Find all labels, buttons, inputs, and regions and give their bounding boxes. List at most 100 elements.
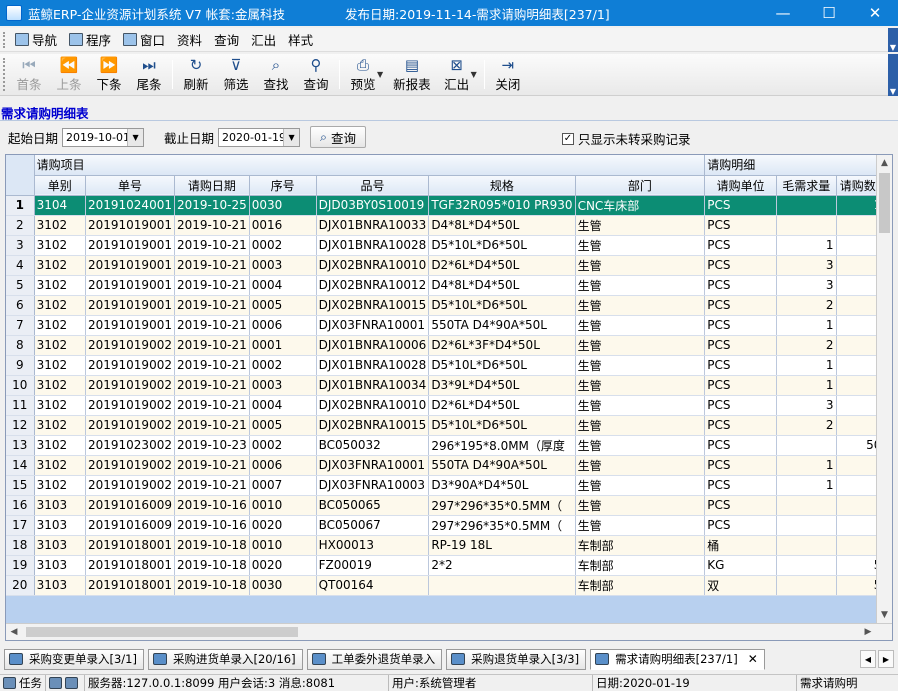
table-cell[interactable]: 0010 (249, 535, 317, 556)
table-row[interactable]: 19 3103 20191018001 2019-10-18 0020 FZ00019 2*… (6, 555, 892, 576)
table-cell[interactable]: DJX02BNRA10015 (316, 295, 430, 316)
table-cell[interactable]: PCS (704, 215, 777, 236)
table-cell[interactable]: 2019-10-21 (174, 455, 250, 476)
table-cell[interactable]: 3102 (34, 255, 86, 276)
table-cell[interactable]: DJX02BNRA10015 (316, 415, 430, 436)
table-cell[interactable]: 0030 (249, 195, 317, 216)
table-cell[interactable]: 3 (776, 255, 837, 276)
table-cell[interactable]: 2019-10-21 (174, 475, 250, 496)
table-cell[interactable]: 0001 (249, 335, 317, 356)
maximize-button[interactable]: ☐ (806, 0, 852, 26)
scroll-down-icon[interactable]: ▼ (877, 607, 892, 623)
table-cell[interactable]: DJX01BNRA10028 (316, 355, 430, 376)
table-cell[interactable]: DJX03FNRA10001 (316, 455, 430, 476)
table-cell[interactable]: 生管 (575, 235, 706, 256)
scroll-up-icon[interactable]: ▲ (877, 155, 892, 171)
table-cell[interactable]: 3104 (34, 195, 86, 216)
table-cell[interactable]: 3102 (34, 355, 86, 376)
table-cell[interactable] (776, 515, 837, 536)
table-cell[interactable]: 3103 (34, 515, 86, 536)
table-cell[interactable]: 3102 (34, 435, 86, 456)
table-cell[interactable]: DJX01BNRA10006 (316, 335, 430, 356)
table-cell[interactable]: 3102 (34, 415, 86, 436)
table-cell[interactable]: 车制部 (575, 555, 706, 576)
next-record-button[interactable]: ⏩ 下条 (89, 54, 129, 95)
table-cell[interactable]: 0002 (249, 235, 317, 256)
horizontal-scrollbar[interactable]: ◀ ▶ (6, 623, 892, 640)
table-cell[interactable]: PCS (704, 515, 777, 536)
menu-program[interactable]: 程序 (63, 29, 117, 51)
table-cell[interactable]: 20191016009 (85, 515, 175, 536)
table-cell[interactable]: 20191019002 (85, 335, 175, 356)
table-cell[interactable]: 0005 (249, 415, 317, 436)
table-cell[interactable]: 0006 (249, 455, 317, 476)
table-cell[interactable]: PCS (704, 315, 777, 336)
table-cell[interactable]: PCS (704, 355, 777, 376)
table-row[interactable]: 11 3102 20191019002 2019-10-21 0004 DJX02BNRA… (6, 395, 892, 416)
query-submit-button[interactable]: ⌕ 查询 (310, 126, 367, 148)
table-cell[interactable]: DJX02BNRA10010 (316, 395, 430, 416)
table-cell[interactable]: 20191018001 (85, 535, 175, 556)
table-cell[interactable] (776, 195, 837, 216)
table-cell[interactable]: D3*9L*D4*50L (428, 375, 576, 396)
tab-purchase-change-entry[interactable]: 采购变更单录入[3/1] (4, 648, 144, 670)
table-cell[interactable] (776, 495, 837, 516)
table-cell[interactable]: 20191019001 (85, 275, 175, 296)
table-cell[interactable]: 2 (776, 295, 837, 316)
table-row[interactable]: 3 3102 20191019001 2019-10-21 0002 DJX01BNRA1… (6, 235, 892, 256)
table-cell[interactable]: DJX01BNRA10033 (316, 215, 430, 236)
table-row[interactable]: 15 3102 20191019002 2019-10-21 0007 DJX03FNRA… (6, 475, 892, 496)
table-cell[interactable]: 0030 (249, 575, 317, 596)
table-cell[interactable]: PCS (704, 195, 777, 216)
column-header[interactable]: 请购日期 (174, 175, 250, 196)
table-cell[interactable]: 550TA D4*90A*50L (428, 315, 576, 336)
table-cell[interactable]: 0003 (249, 375, 317, 396)
table-cell[interactable]: TGF32R095*010 PR930 (428, 195, 576, 216)
table-cell[interactable]: 2 (776, 415, 837, 436)
table-cell[interactable]: 2019-10-21 (174, 335, 250, 356)
table-cell[interactable]: PCS (704, 435, 777, 456)
table-cell[interactable]: 2019-10-21 (174, 355, 250, 376)
table-cell[interactable]: 0006 (249, 315, 317, 336)
new-report-button[interactable]: ▤ 新报表 (387, 54, 437, 95)
table-cell[interactable]: PCS (704, 335, 777, 356)
toolbar-overflow-icon[interactable]: ▼ (888, 54, 898, 96)
table-cell[interactable]: 1 (776, 355, 837, 376)
table-cell[interactable]: BC050032 (316, 435, 430, 456)
table-cell[interactable]: D5*10L*D6*50L (428, 295, 576, 316)
table-cell[interactable]: 2019-10-21 (174, 395, 250, 416)
table-row[interactable]: 14 3102 20191019002 2019-10-21 0006 DJX03FNRA… (6, 455, 892, 476)
tools-icon[interactable] (49, 676, 62, 689)
table-cell[interactable]: 生管 (575, 215, 706, 236)
table-cell[interactable]: 2 (776, 335, 837, 356)
table-row[interactable]: 16 3103 20191016009 2019-10-16 0010 BC050065 2… (6, 495, 892, 516)
start-date-field[interactable]: 2019-10-01 ▼ (62, 127, 145, 147)
table-cell[interactable]: D2*6L*3F*D4*50L (428, 335, 576, 356)
table-row[interactable]: 10 3102 20191019002 2019-10-21 0003 DJX01BNRA… (6, 375, 892, 396)
table-row[interactable]: 7 3102 20191019001 2019-10-21 0006 DJX03FNRA1… (6, 315, 892, 336)
close-window-button[interactable]: ✕ (852, 0, 898, 26)
table-cell[interactable]: DJX02BNRA10012 (316, 275, 430, 296)
table-cell[interactable]: 20191019002 (85, 375, 175, 396)
table-cell[interactable]: DJX03FNRA10001 (316, 315, 430, 336)
table-cell[interactable]: 550TA D4*90A*50L (428, 455, 576, 476)
horizontal-scroll-thumb[interactable] (26, 627, 298, 637)
table-row[interactable]: 20 3103 20191018001 2019-10-18 0030 QT00164 车制… (6, 575, 892, 596)
table-cell[interactable]: 3103 (34, 555, 86, 576)
table-cell[interactable]: 2019-10-21 (174, 255, 250, 276)
table-cell[interactable]: 生管 (575, 475, 706, 496)
table-cell[interactable]: DJX01BNRA10028 (316, 235, 430, 256)
table-cell[interactable]: 20191019002 (85, 355, 175, 376)
table-cell[interactable]: 2019-10-16 (174, 515, 250, 536)
table-cell[interactable]: PCS (704, 495, 777, 516)
table-cell[interactable]: PCS (704, 395, 777, 416)
table-row[interactable]: 9 3102 20191019002 2019-10-21 0002 DJX01BNRA1… (6, 355, 892, 376)
table-cell[interactable]: 0010 (249, 495, 317, 516)
table-cell[interactable]: QT00164 (316, 575, 430, 596)
table-cell[interactable]: 0002 (249, 435, 317, 456)
chevron-down-icon[interactable]: ▼ (283, 128, 300, 146)
table-cell[interactable]: 生管 (575, 395, 706, 416)
table-cell[interactable]: D4*8L*D4*50L (428, 275, 576, 296)
table-cell[interactable]: 3102 (34, 455, 86, 476)
table-cell[interactable] (776, 555, 837, 576)
